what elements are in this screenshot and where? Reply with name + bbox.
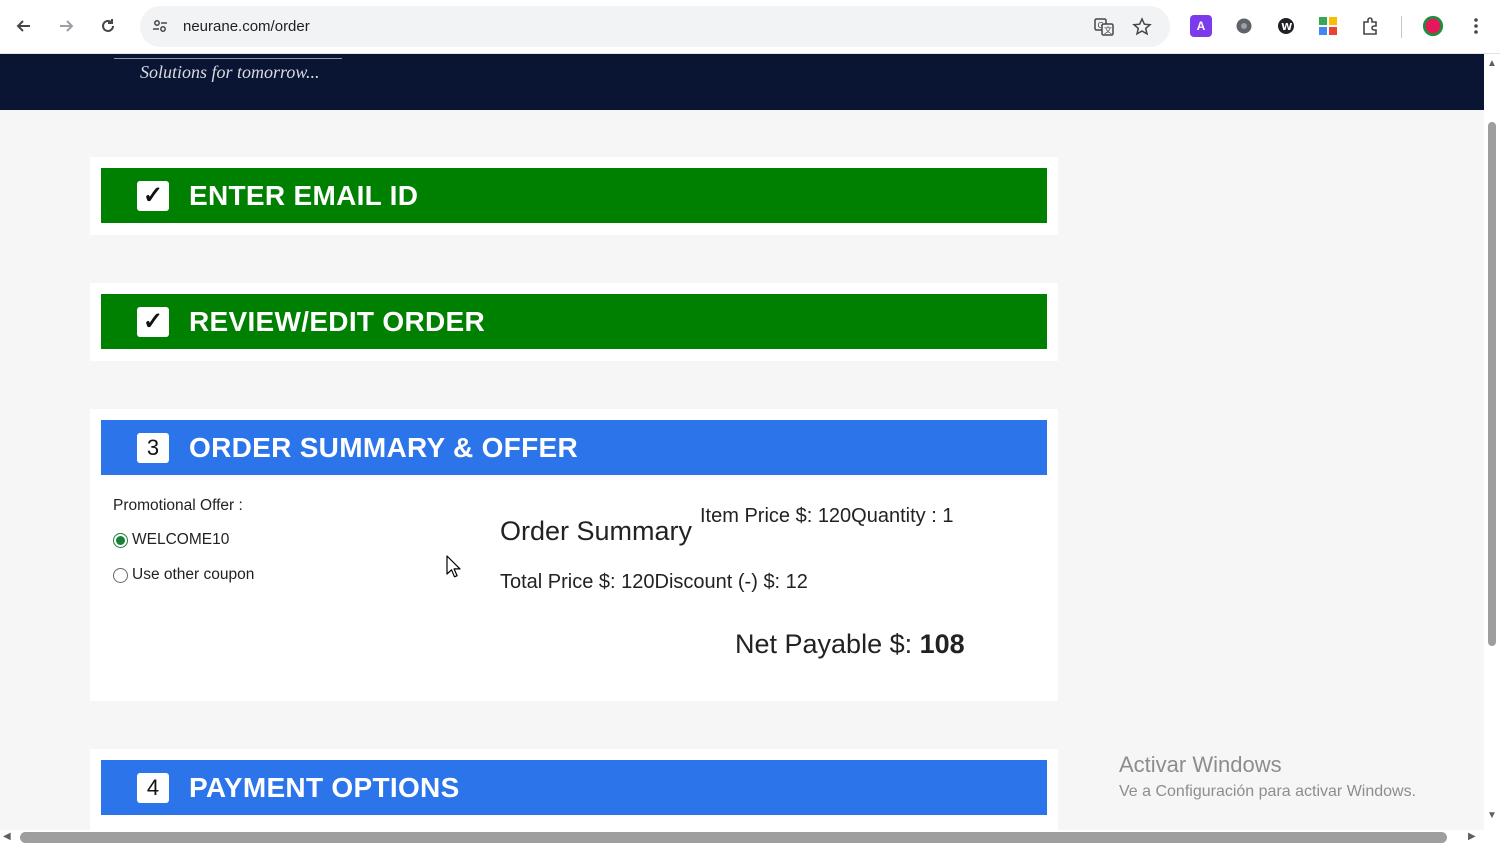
coupon-option-label: Use other coupon xyxy=(132,566,255,583)
site-tagline: Solutions for tomorrow... xyxy=(140,62,320,82)
vertical-scrollbar[interactable]: ▲ ▼ xyxy=(1484,54,1500,830)
puzzle-icon[interactable] xyxy=(1360,15,1382,37)
profile-avatar[interactable] xyxy=(1422,15,1444,37)
item-price-line: Item Price $: 120Quantity : 1 xyxy=(700,505,954,527)
promo-label: Promotional Offer : xyxy=(113,497,243,514)
total-price-line: Total Price $: 120Discount (-) $: 12 xyxy=(500,571,808,593)
watermark-title: Activar Windows xyxy=(1119,752,1282,777)
forward-arrow-icon[interactable] xyxy=(52,12,80,40)
extension-grid-icon[interactable] xyxy=(1317,15,1339,37)
radio-button-checked[interactable] xyxy=(113,532,128,548)
horizontal-scrollbar[interactable]: ◀ ▶ xyxy=(0,830,1484,847)
svg-text:W: W xyxy=(1281,22,1292,33)
reload-icon[interactable] xyxy=(94,12,122,40)
extension-circle-icon[interactable] xyxy=(1233,15,1255,37)
star-icon[interactable] xyxy=(1131,16,1153,38)
scroll-down-arrow-icon[interactable]: ▼ xyxy=(1487,810,1497,821)
kebab-menu-icon[interactable] xyxy=(1465,15,1487,37)
scroll-up-arrow-icon[interactable]: ▲ xyxy=(1487,58,1497,69)
coupon-option-welcome10[interactable]: WELCOME10 xyxy=(113,531,229,549)
extension-a-icon[interactable]: A xyxy=(1190,15,1212,37)
step-number: 3 xyxy=(137,432,169,463)
step-number: 4 xyxy=(137,772,169,803)
scroll-left-arrow-icon[interactable]: ◀ xyxy=(3,831,11,842)
step-title: ENTER EMAIL ID xyxy=(189,179,419,211)
coupon-option-other[interactable]: Use other coupon xyxy=(113,566,254,584)
check-icon: ✓ xyxy=(137,306,169,337)
extension-w-icon[interactable]: W xyxy=(1275,15,1297,37)
watermark-subtitle: Ve a Configuración para activar Windows. xyxy=(1119,783,1417,800)
horizontal-scrollbar-thumb[interactable] xyxy=(20,832,1447,843)
step-card-email: ✓ ENTER EMAIL ID xyxy=(90,157,1058,235)
page-viewport: Solutions for tomorrow... ✓ ENTER EMAIL … xyxy=(0,54,1484,830)
net-payable: Net Payable $: 108 xyxy=(735,629,965,660)
step-title: ORDER SUMMARY & OFFER xyxy=(189,431,578,463)
step-card-payment: 4 PAYMENT OPTIONS xyxy=(90,749,1058,830)
windows-activation-watermark: Activar Windows Ve a Configuración para … xyxy=(1119,752,1416,801)
step-header-payment[interactable]: 4 PAYMENT OPTIONS xyxy=(101,760,1047,815)
mouse-cursor-icon xyxy=(446,555,461,578)
toolbar-divider xyxy=(1401,16,1402,38)
tune-icon[interactable] xyxy=(150,16,170,36)
step-card-summary: 3 ORDER SUMMARY & OFFER Promotional Offe… xyxy=(90,409,1058,701)
tagline-divider xyxy=(114,58,342,59)
step-header-review[interactable]: ✓ REVIEW/EDIT ORDER xyxy=(101,294,1047,349)
vertical-scrollbar-thumb[interactable] xyxy=(1488,122,1496,646)
step-header-email[interactable]: ✓ ENTER EMAIL ID xyxy=(101,168,1047,223)
back-arrow-icon[interactable] xyxy=(10,12,38,40)
net-payable-label: Net Payable $: xyxy=(735,629,920,659)
step-header-summary[interactable]: 3 ORDER SUMMARY & OFFER xyxy=(101,420,1047,475)
radio-button[interactable] xyxy=(113,567,128,583)
url-text[interactable]: neurane.com/order xyxy=(183,18,310,35)
site-header: Solutions for tomorrow... xyxy=(0,54,1484,110)
order-summary-title: Order Summary xyxy=(500,516,693,546)
address-bar[interactable]: neurane.com/order G文 xyxy=(140,6,1170,47)
browser-toolbar: neurane.com/order G文 A W xyxy=(0,0,1500,54)
scroll-right-arrow-icon[interactable]: ▶ xyxy=(1468,831,1476,842)
step-title: REVIEW/EDIT ORDER xyxy=(189,305,486,337)
step-title: PAYMENT OPTIONS xyxy=(189,771,460,803)
net-payable-value: 108 xyxy=(919,629,965,659)
coupon-option-label: WELCOME10 xyxy=(132,531,230,548)
svg-text:文: 文 xyxy=(1104,25,1112,35)
step-card-review: ✓ REVIEW/EDIT ORDER xyxy=(90,283,1058,361)
translate-icon[interactable]: G文 xyxy=(1093,16,1115,38)
check-icon: ✓ xyxy=(137,180,169,211)
